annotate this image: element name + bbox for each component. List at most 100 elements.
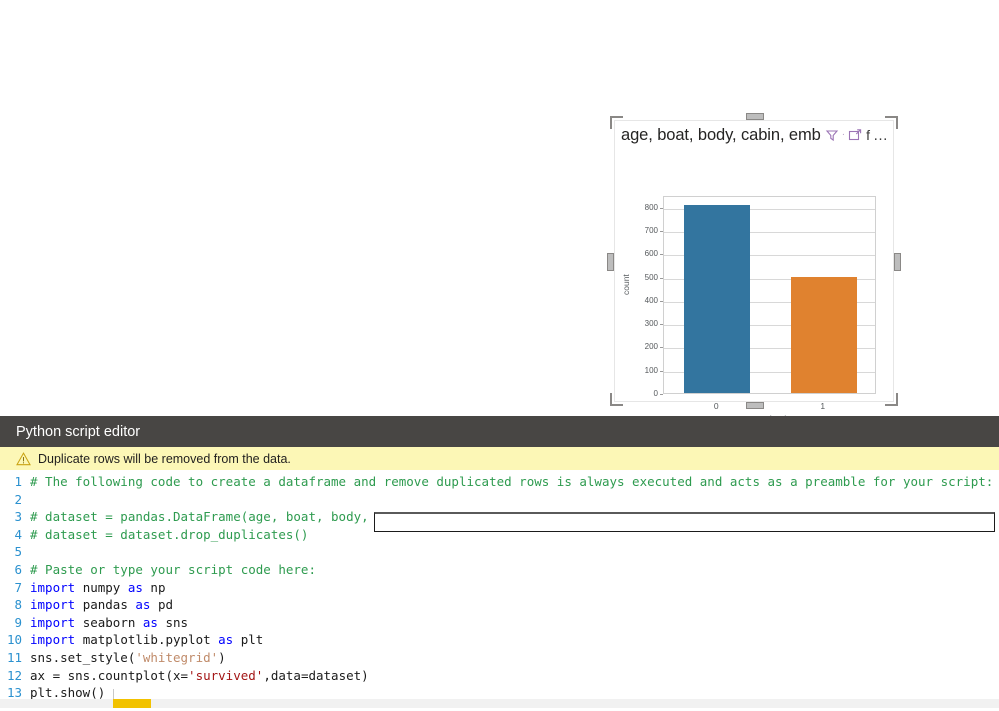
code-line-text[interactable]: import matplotlib.pyplot as plt [30, 631, 263, 649]
code-line[interactable]: 12 ax = sns.countplot(x='survived',data=d… [0, 667, 999, 685]
plot-area [663, 196, 876, 394]
horizontal-scrollbar-thumb[interactable] [113, 699, 151, 708]
plot-wrapper: count 0100200300400500600700800 01 survi… [615, 149, 895, 424]
resize-handle-bottom[interactable] [746, 402, 764, 409]
code-line[interactable]: 1 # The following code to create a datafr… [0, 473, 999, 491]
code-token: import [30, 632, 83, 648]
code-line-text[interactable]: sns.set_style('whitegrid') [30, 649, 226, 667]
python-script-editor-pane: Python script editor Duplicate rows will… [0, 416, 999, 711]
code-token: numpy [82, 579, 128, 595]
code-token: # dataset = pandas.DataFrame(age, boat, … [30, 509, 384, 525]
code-token: plt.show() [30, 685, 106, 701]
x-axis-tick-label: 0 [713, 401, 719, 411]
resize-handle-top[interactable] [746, 113, 764, 120]
y-axis-tick-label: 300 [644, 319, 658, 329]
line-number: 8 [14, 597, 22, 613]
code-token: # dataset = dataset.drop_duplicates() [30, 526, 309, 542]
code-line-text[interactable]: import seaborn as sns [30, 614, 188, 632]
code-line[interactable]: 2 [0, 491, 999, 509]
line-number: 2 [14, 491, 22, 507]
code-token: as [135, 597, 158, 613]
code-line-text[interactable]: ax = sns.countplot(x='survived',data=dat… [30, 667, 369, 685]
code-line[interactable]: 5 [0, 543, 999, 561]
code-token: pd [157, 597, 174, 613]
code-token: sns.set_style( [30, 649, 136, 665]
code-line-text[interactable]: # dataset = dataset.drop_duplicates() [30, 526, 308, 544]
y-axis-tick-label: 400 [644, 295, 658, 305]
line-number: 4 [14, 526, 22, 542]
code-editor[interactable]: 1 # The following code to create a datafr… [0, 470, 999, 711]
code-token: sns [165, 614, 189, 630]
y-axis-tick-label: 800 [644, 202, 658, 212]
script-editor-header: Python script editor [0, 416, 999, 447]
code-token: import [30, 597, 83, 613]
warning-banner: Duplicate rows will be removed from the … [0, 447, 999, 470]
y-axis-tick-mark [660, 394, 663, 395]
code-line-text[interactable]: # Paste or type your script code here: [30, 561, 316, 579]
warning-message: Duplicate rows will be removed from the … [38, 451, 291, 466]
focus-mode-icon[interactable] [847, 128, 862, 143]
visual-title: age, boat, body, cabin, emb [621, 125, 821, 144]
line-number: 12 [6, 667, 22, 683]
line-number: 9 [14, 614, 22, 630]
chart-visual-container[interactable]: age, boat, body, cabin, emb · f … count … [614, 120, 895, 424]
code-token: ,data=dataset) [263, 667, 369, 683]
code-token: seaborn [82, 614, 143, 630]
y-axis-tick-label: 200 [644, 342, 658, 352]
warning-triangle-icon [16, 451, 31, 465]
visual-header: age, boat, body, cabin, emb · f … [615, 121, 893, 149]
code-line[interactable]: 10 import matplotlib.pyplot as plt [0, 631, 999, 649]
y-axis-tick-label: 600 [644, 249, 658, 259]
inline-edit-input[interactable] [374, 512, 995, 532]
code-token: # The following code to create a datafra… [30, 474, 994, 489]
visual-header-icons: · f … [825, 127, 890, 144]
code-token: as [127, 579, 151, 595]
y-axis-tick-label: 0 [653, 389, 658, 398]
gutter-divider [113, 689, 114, 699]
line-number: 7 [14, 579, 22, 595]
line-number: 6 [14, 561, 22, 577]
line-number: 5 [14, 544, 22, 560]
bar-0[interactable] [684, 204, 751, 393]
code-line-text[interactable]: # dataset = pandas.DataFrame(age, boat, … [30, 508, 384, 526]
code-token: pandas [82, 597, 136, 613]
code-token: np [150, 579, 166, 595]
code-token: ax = sns.countplot(x= [30, 667, 189, 683]
line-number: 10 [6, 632, 22, 648]
resize-handle-left[interactable] [607, 253, 614, 271]
code-token: 'survived' [188, 667, 264, 683]
code-line-text[interactable]: # The following code to create a datafra… [30, 473, 993, 491]
y-axis-tick-label: 500 [644, 272, 658, 282]
code-line[interactable]: 8 import pandas as pd [0, 596, 999, 614]
code-line[interactable]: 7 import numpy as np [0, 579, 999, 597]
code-token: import [30, 579, 83, 595]
horizontal-scrollbar[interactable] [0, 699, 999, 708]
code-token: # Paste or type your script code here: [30, 561, 316, 577]
code-token: as [142, 614, 166, 630]
code-line[interactable]: 6 # Paste or type your script code here: [0, 561, 999, 579]
x-axis-tick-label: 1 [820, 401, 826, 411]
more-options-f-label[interactable]: f [866, 127, 870, 143]
code-token: plt [240, 632, 264, 648]
line-number: 3 [14, 509, 22, 525]
code-token: as [218, 632, 241, 648]
script-editor-title: Python script editor [16, 423, 141, 440]
code-line[interactable]: 9 import seaborn as sns [0, 614, 999, 632]
bar-1[interactable] [790, 277, 857, 393]
resize-handle-right[interactable] [894, 253, 901, 271]
code-line[interactable]: 11 sns.set_style('whitegrid') [0, 649, 999, 667]
y-axis-tick-label: 100 [644, 365, 658, 375]
line-number: 1 [14, 474, 22, 489]
code-line-text[interactable]: import pandas as pd [30, 596, 173, 614]
code-token: ) [218, 649, 226, 665]
header-separator-dot: · [841, 129, 846, 140]
line-number: 11 [6, 649, 22, 665]
code-token: 'whitegrid' [135, 649, 219, 665]
code-token: matplotlib.pyplot [82, 632, 219, 648]
code-token: import [30, 614, 83, 630]
y-axis-tick-label: 700 [644, 225, 658, 235]
filter-icon[interactable] [825, 128, 840, 143]
code-lines[interactable]: 1 # The following code to create a datafr… [0, 473, 999, 702]
code-line-text[interactable]: import numpy as np [30, 579, 165, 597]
more-options-icon[interactable]: … [873, 127, 890, 144]
